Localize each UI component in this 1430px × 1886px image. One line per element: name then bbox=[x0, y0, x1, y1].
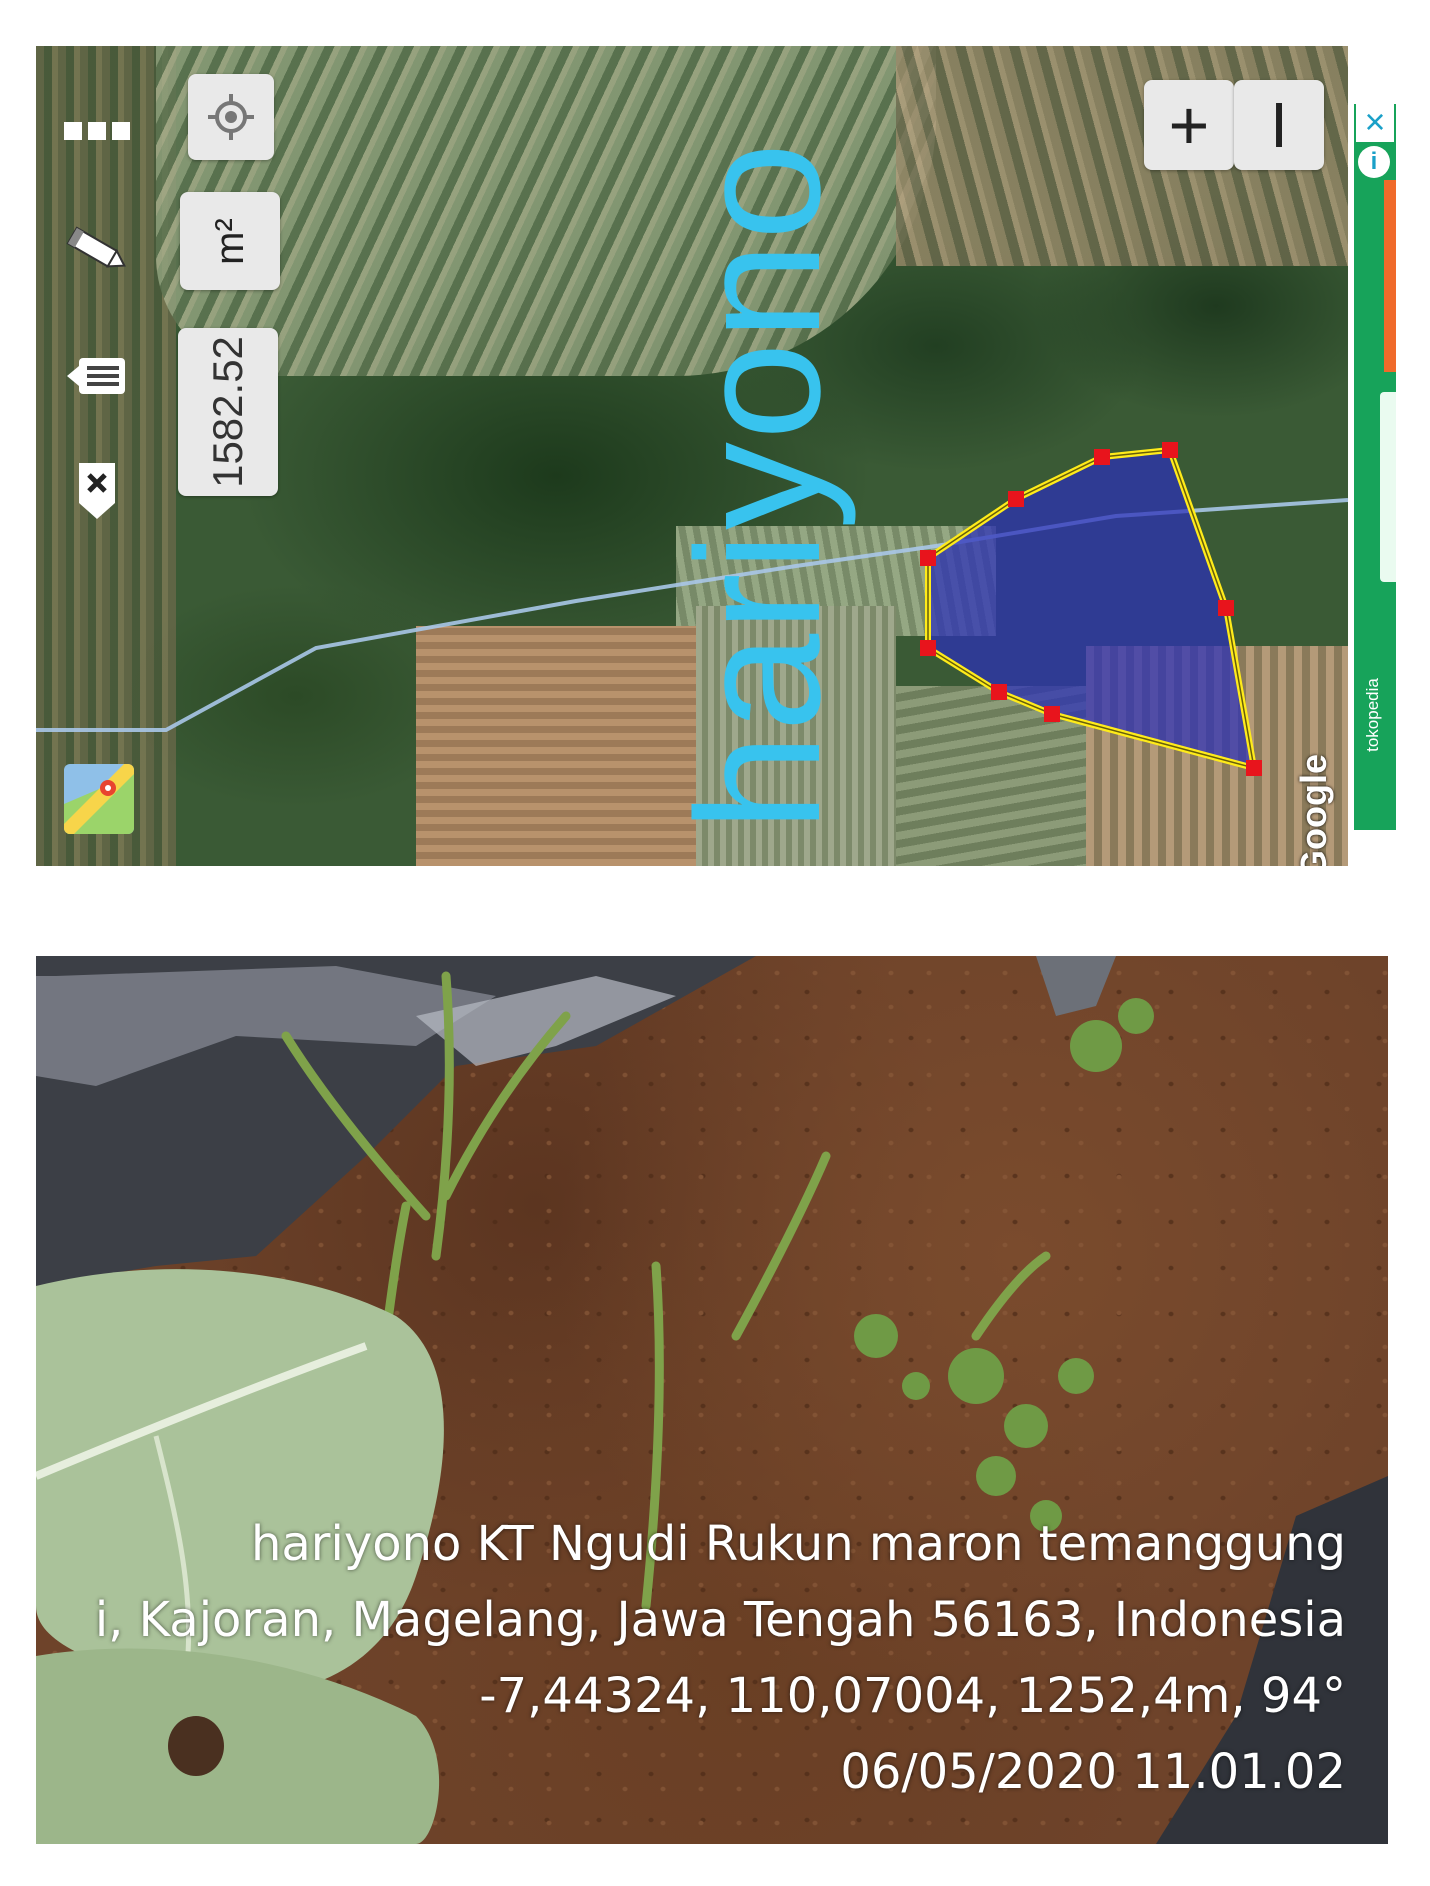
unit-label: m² bbox=[207, 217, 252, 265]
watermark: hariyono bbox=[661, 106, 857, 866]
attribution-label: Google bbox=[1293, 754, 1334, 866]
pencil-icon[interactable] bbox=[62, 216, 132, 286]
caption-timestamp-line: 06/05/2020 11.01.02 bbox=[840, 1744, 1346, 1800]
info-icon[interactable]: i bbox=[1358, 146, 1390, 178]
area-readout: 1582.52 bbox=[178, 328, 278, 496]
vertex-handle[interactable] bbox=[991, 684, 1007, 700]
caption-author-line: hariyono KT Ngudi Rukun maron temanggung bbox=[250, 1516, 1346, 1572]
weed-clusters bbox=[854, 998, 1154, 1532]
vertex-handle[interactable] bbox=[1218, 600, 1234, 616]
caption-coordinates-line: -7,44324, 110,07004, 1252,4m, 94° bbox=[479, 1668, 1346, 1724]
vertex-handle[interactable] bbox=[1008, 491, 1024, 507]
vertex-handle[interactable] bbox=[1094, 449, 1110, 465]
locate-button[interactable] bbox=[188, 74, 274, 160]
ad-accent-bar bbox=[1384, 180, 1396, 372]
unit-selector[interactable]: m² bbox=[180, 192, 280, 290]
menu-icon[interactable] bbox=[62, 96, 132, 166]
caption-address-line: i, Kajoran, Magelang, Jawa Tengah 56163,… bbox=[94, 1592, 1346, 1648]
vertex-handle[interactable] bbox=[1246, 760, 1262, 776]
vertex-handle[interactable] bbox=[920, 640, 936, 656]
zoom-out-button[interactable]: I bbox=[1234, 80, 1324, 170]
close-icon[interactable]: × bbox=[1356, 104, 1394, 142]
vertex-handle[interactable] bbox=[1162, 442, 1178, 458]
measured-area-polygon[interactable] bbox=[925, 446, 1258, 773]
crosshair-icon bbox=[208, 94, 254, 140]
area-value: 1582.52 bbox=[204, 336, 252, 488]
ad-cta-button[interactable] bbox=[1380, 392, 1396, 582]
watermark-label: hariyono bbox=[661, 140, 857, 832]
map-attribution: Google bbox=[1284, 754, 1344, 866]
photo-caption: hariyono KT Ngudi Rukun maron temanggung… bbox=[95, 1506, 1346, 1810]
ad-brand-label: tokopedia bbox=[1363, 678, 1382, 752]
list-icon[interactable] bbox=[62, 341, 132, 411]
zoom-in-button[interactable]: + bbox=[1144, 80, 1234, 170]
field-photo: hariyono KT Ngudi Rukun maron temanggung… bbox=[36, 956, 1388, 1844]
delete-pin-icon[interactable] bbox=[62, 456, 132, 526]
map-view[interactable]: m² 1582.52 + I hariyono Google bbox=[36, 46, 1348, 866]
ad-brand: tokopedia bbox=[1356, 660, 1390, 770]
app-logo-icon[interactable] bbox=[64, 764, 134, 834]
vertex-handle[interactable] bbox=[1044, 706, 1060, 722]
plastic-mulch bbox=[1036, 956, 1116, 1016]
vertex-handle[interactable] bbox=[920, 550, 936, 566]
